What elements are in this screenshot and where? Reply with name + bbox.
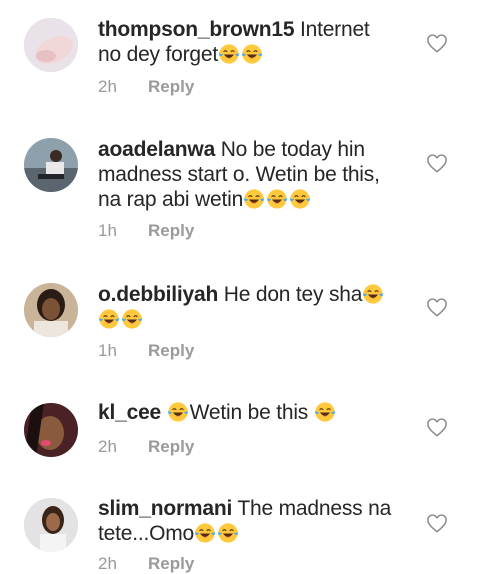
laughing-emoji-icon bbox=[218, 43, 240, 65]
comment-username[interactable]: slim_normani bbox=[98, 497, 232, 520]
laughing-emoji-icon bbox=[266, 188, 288, 210]
comment-username[interactable]: thompson_brown15 bbox=[98, 18, 295, 41]
comment-text: Wetin be this bbox=[189, 401, 309, 424]
comment-username[interactable]: kl_cee bbox=[98, 401, 161, 424]
avatar[interactable] bbox=[24, 498, 78, 552]
like-heart-icon[interactable] bbox=[426, 297, 448, 317]
laughing-emoji-icon bbox=[121, 308, 143, 330]
laughing-emoji-icon bbox=[194, 522, 216, 544]
laughing-emoji-icon bbox=[362, 283, 384, 305]
comment-text: He don tey sha bbox=[223, 283, 363, 306]
comment-username[interactable]: aoadelanwa bbox=[98, 138, 215, 161]
avatar[interactable] bbox=[24, 283, 78, 337]
comment-username[interactable]: o.debbiliyah bbox=[98, 283, 218, 306]
laughing-emoji-icon bbox=[314, 401, 336, 423]
avatar[interactable] bbox=[24, 138, 78, 192]
comment-timestamp: 1h bbox=[98, 341, 117, 360]
like-heart-icon[interactable] bbox=[426, 417, 448, 437]
like-heart-icon[interactable] bbox=[426, 33, 448, 53]
comment-timestamp: 2h bbox=[98, 554, 117, 573]
laughing-emoji-icon bbox=[289, 188, 311, 210]
laughing-emoji-icon bbox=[98, 308, 120, 330]
reply-button[interactable]: Reply bbox=[148, 221, 194, 240]
reply-button[interactable]: Reply bbox=[148, 437, 194, 456]
like-heart-icon[interactable] bbox=[426, 153, 448, 173]
reply-button[interactable]: Reply bbox=[148, 77, 194, 96]
comment-timestamp: 1h bbox=[98, 221, 117, 240]
reply-button[interactable]: Reply bbox=[148, 554, 194, 573]
comment-timestamp: 2h bbox=[98, 77, 117, 96]
laughing-emoji-icon bbox=[243, 188, 265, 210]
laughing-emoji-icon bbox=[241, 43, 263, 65]
comment-timestamp: 2h bbox=[98, 437, 117, 456]
laughing-emoji-icon bbox=[217, 522, 239, 544]
laughing-emoji-icon bbox=[167, 401, 189, 423]
reply-button[interactable]: Reply bbox=[148, 341, 194, 360]
avatar[interactable] bbox=[24, 403, 78, 457]
like-heart-icon[interactable] bbox=[426, 513, 448, 533]
avatar[interactable] bbox=[24, 18, 78, 72]
